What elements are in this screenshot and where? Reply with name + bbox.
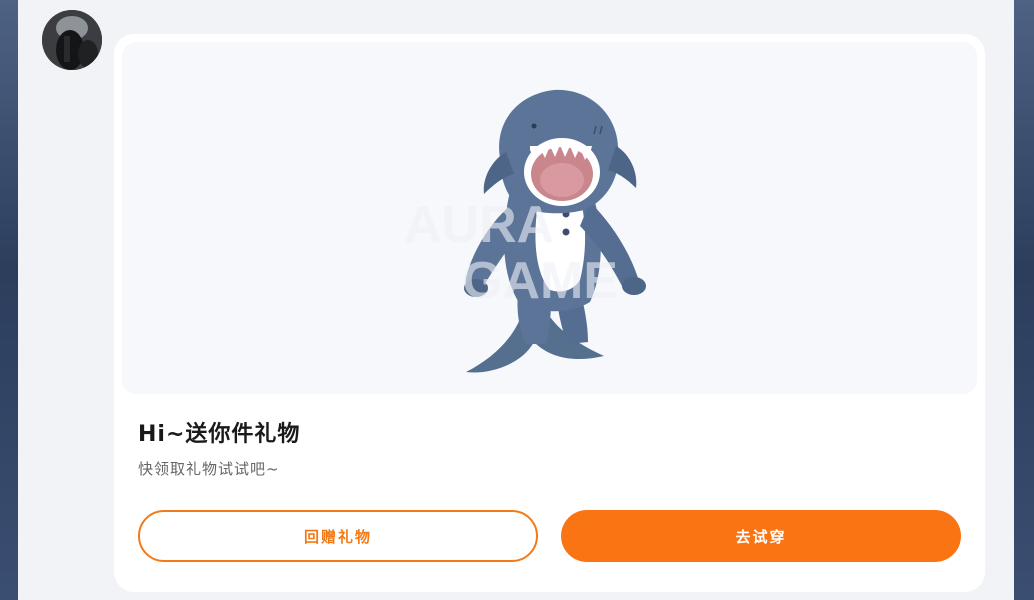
try-on-label: 去试穿 <box>735 527 787 546</box>
return-gift-label: 回赠礼物 <box>303 527 372 546</box>
user-avatar[interactable] <box>42 10 102 70</box>
shark-costume-icon: AURA GAME <box>404 89 646 373</box>
gift-title: Hi~送你件礼物 <box>138 422 301 447</box>
return-gift-button[interactable]: 回赠礼物 <box>138 510 538 562</box>
gift-preview-image: AURA GAME <box>122 42 977 394</box>
gift-subtitle: 快领取礼物试试吧~ <box>138 460 280 478</box>
avatar-photo-icon <box>42 10 102 70</box>
svg-text:GAME: GAME <box>462 252 618 310</box>
gift-card: AURA GAME Hi~送你件礼物 快领取礼物试试吧~ 回赠礼物 去试穿 <box>114 34 985 592</box>
try-on-button[interactable]: 去试穿 <box>561 510 961 562</box>
svg-text:AURA: AURA <box>404 196 554 254</box>
